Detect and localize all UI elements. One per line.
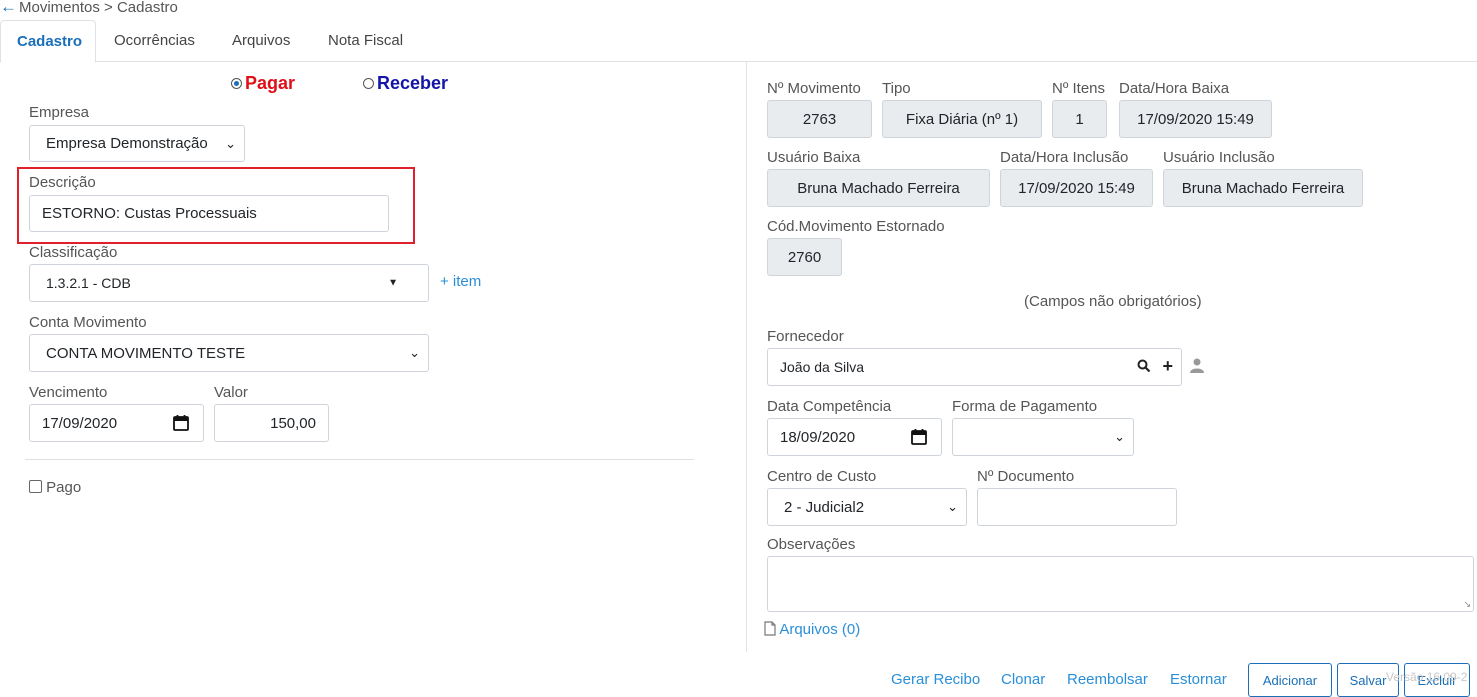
usuario-inclusao-label: Usuário Inclusão bbox=[1163, 149, 1275, 166]
data-hora-baixa-field: 17/09/2020 15:49 bbox=[1119, 100, 1272, 138]
data-hora-baixa-value: 17/09/2020 15:49 bbox=[1137, 110, 1254, 128]
vencimento-input[interactable]: 17/09/2020 bbox=[29, 404, 204, 442]
empresa-select[interactable]: Empresa Demonstração ⌄ bbox=[29, 125, 245, 162]
gerar-recibo-link[interactable]: Gerar Recibo bbox=[891, 671, 980, 688]
tab-ocorrencias[interactable]: Ocorrências bbox=[98, 20, 211, 62]
adicionar-button[interactable]: Adicionar bbox=[1248, 663, 1332, 697]
n-documento-label: Nº Documento bbox=[977, 468, 1075, 485]
data-hora-inclusao-value: 17/09/2020 15:49 bbox=[1018, 179, 1135, 197]
n-itens-label: Nº Itens bbox=[1052, 80, 1105, 97]
classificacao-select[interactable]: 1.3.2.1 - CDB ▼ bbox=[29, 264, 429, 302]
chevron-down-icon: ⌄ bbox=[947, 499, 958, 514]
campos-nao-obrigatorios-note: (Campos não obrigatórios) bbox=[1024, 293, 1202, 310]
forma-pagamento-label: Forma de Pagamento bbox=[952, 398, 1098, 415]
data-competencia-label: Data Competência bbox=[767, 398, 892, 415]
classificacao-value: 1.3.2.1 - CDB bbox=[46, 275, 131, 291]
valor-label: Valor bbox=[214, 384, 248, 401]
data-hora-baixa-label: Data/Hora Baixa bbox=[1119, 80, 1230, 97]
conta-movimento-select[interactable]: CONTA MOVIMENTO TESTE ⌄ bbox=[29, 334, 429, 372]
valor-value: 150,00 bbox=[270, 414, 316, 432]
fornecedor-label: Fornecedor bbox=[767, 328, 844, 345]
n-itens-value: 1 bbox=[1075, 110, 1084, 128]
pago-checkbox[interactable]: Pago bbox=[29, 479, 81, 496]
version-text: Versão 16.09-2 bbox=[1386, 670, 1468, 684]
add-item-link[interactable]: + item bbox=[440, 273, 481, 290]
arquivos-link-wrapper[interactable]: Arquivos (0) bbox=[764, 621, 860, 638]
conta-movimento-label: Conta Movimento bbox=[29, 314, 147, 331]
estornar-link[interactable]: Estornar bbox=[1170, 671, 1227, 688]
radio-receber[interactable]: Receber bbox=[363, 73, 448, 94]
usuario-baixa-label: Usuário Baixa bbox=[767, 149, 861, 166]
n-movimento-field: 2763 bbox=[767, 100, 872, 138]
chevron-down-icon: ⌄ bbox=[1114, 429, 1125, 444]
vencimento-label: Vencimento bbox=[29, 384, 108, 401]
n-movimento-label: Nº Movimento bbox=[767, 80, 861, 97]
divider bbox=[25, 459, 694, 460]
user-icon[interactable] bbox=[1190, 358, 1204, 377]
observacoes-label: Observações bbox=[767, 536, 856, 553]
calendar-icon[interactable] bbox=[911, 428, 927, 449]
cod-movimento-estornado-field: 2760 bbox=[767, 238, 842, 276]
usuario-inclusao-value: Bruna Machado Ferreira bbox=[1181, 179, 1345, 197]
file-icon bbox=[764, 621, 779, 638]
valor-input[interactable]: 150,00 bbox=[214, 404, 329, 442]
tipo-label: Tipo bbox=[882, 80, 911, 97]
breadcrumb: ← Movimentos > Cadastro bbox=[0, 0, 178, 17]
tab-nota-fiscal[interactable]: Nota Fiscal bbox=[312, 20, 419, 62]
clonar-link[interactable]: Clonar bbox=[1001, 671, 1045, 688]
descricao-value: ESTORNO: Custas Processuais bbox=[42, 205, 257, 222]
data-competencia-input[interactable]: 18/09/2020 bbox=[767, 418, 942, 456]
data-competencia-value: 18/09/2020 bbox=[780, 428, 856, 446]
calendar-icon[interactable] bbox=[173, 414, 189, 435]
centro-custo-label: Centro de Custo bbox=[767, 468, 877, 485]
tipo-value: Fixa Diária (nº 1) bbox=[905, 110, 1019, 128]
data-hora-inclusao-label: Data/Hora Inclusão bbox=[1000, 149, 1129, 166]
usuario-baixa-field: Bruna Machado Ferreira bbox=[767, 169, 990, 207]
arrow-left-icon[interactable]: ← bbox=[0, 0, 17, 16]
tipo-field: Fixa Diária (nº 1) bbox=[882, 100, 1042, 138]
centro-custo-select[interactable]: 2 - Judicial2 ⌄ bbox=[767, 488, 967, 526]
plus-icon[interactable]: + bbox=[1162, 356, 1173, 377]
classificacao-label: Classificação bbox=[29, 244, 118, 261]
fornecedor-input[interactable]: João da Silva + bbox=[767, 348, 1182, 386]
empresa-value: Empresa Demonstração bbox=[46, 135, 208, 152]
tab-arquivos[interactable]: Arquivos bbox=[216, 20, 306, 62]
radio-pagar[interactable]: Pagar bbox=[231, 73, 295, 94]
n-documento-input[interactable] bbox=[977, 488, 1177, 526]
chevron-down-icon: ⌄ bbox=[225, 135, 236, 151]
descricao-label: Descrição bbox=[29, 174, 96, 191]
tab-cadastro[interactable]: Cadastro bbox=[0, 20, 96, 63]
n-itens-field: 1 bbox=[1052, 100, 1107, 138]
cod-movimento-estornado-value: 2760 bbox=[787, 248, 822, 266]
pago-label: Pago bbox=[46, 479, 82, 496]
column-divider bbox=[746, 62, 747, 652]
observacoes-textarea[interactable]: ↘ bbox=[767, 556, 1474, 612]
conta-movimento-value: CONTA MOVIMENTO TESTE bbox=[46, 344, 246, 362]
resize-handle-icon[interactable]: ↘ bbox=[1463, 599, 1471, 610]
centro-custo-value: 2 - Judicial2 bbox=[784, 498, 865, 516]
descricao-input[interactable]: ESTORNO: Custas Processuais bbox=[29, 195, 389, 232]
breadcrumb-text[interactable]: Movimentos > Cadastro bbox=[19, 0, 178, 16]
arquivos-link[interactable]: Arquivos (0) bbox=[779, 621, 860, 638]
cod-movimento-estornado-label: Cód.Movimento Estornado bbox=[767, 218, 945, 235]
radio-pagar-label: Pagar bbox=[245, 73, 296, 93]
checkbox-icon[interactable] bbox=[29, 480, 42, 493]
reembolsar-link[interactable]: Reembolsar bbox=[1067, 671, 1148, 688]
chevron-down-icon: ⌄ bbox=[409, 345, 420, 360]
radio-selected-icon bbox=[231, 78, 242, 89]
usuario-inclusao-field: Bruna Machado Ferreira bbox=[1163, 169, 1363, 207]
usuario-baixa-value: Bruna Machado Ferreira bbox=[797, 179, 960, 197]
vencimento-value: 17/09/2020 bbox=[42, 414, 118, 432]
n-movimento-value: 2763 bbox=[802, 110, 837, 128]
fornecedor-value: João da Silva bbox=[780, 359, 865, 375]
search-icon[interactable] bbox=[1137, 359, 1151, 376]
empresa-label: Empresa bbox=[29, 104, 90, 121]
radio-unselected-icon bbox=[363, 78, 374, 89]
radio-receber-label: Receber bbox=[377, 73, 449, 93]
caret-down-icon: ▼ bbox=[388, 277, 398, 289]
tab-bar: Cadastro Ocorrências Arquivos Nota Fisca… bbox=[0, 20, 1477, 63]
data-hora-inclusao-field: 17/09/2020 15:49 bbox=[1000, 169, 1153, 207]
forma-pagamento-select[interactable]: ⌄ bbox=[952, 418, 1134, 456]
